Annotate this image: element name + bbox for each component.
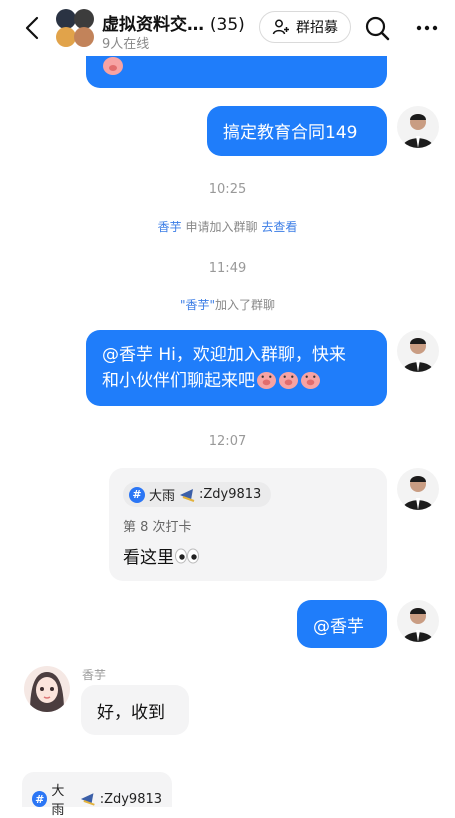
user-avatar[interactable] <box>397 468 439 510</box>
back-button[interactable] <box>18 14 46 42</box>
search-button[interactable] <box>363 14 391 42</box>
search-icon <box>365 16 390 41</box>
system-action: 申请加入群聊 <box>181 220 262 234</box>
message-bubble[interactable]: @香芋 Hi，欢迎加入群聊，快来 和小伙伴们聊起来吧 <box>86 330 387 406</box>
checkin-card[interactable]: # 大雨 :Zdy9813 第 8 次打卡 看这里 <box>109 468 387 581</box>
chat-header: 虚拟资料交… (35) 9人在线 群招募 <box>0 0 455 56</box>
recruit-button[interactable]: 群招募 <box>259 11 351 43</box>
system-notice: "香芋"加入了群聊 <box>0 296 455 313</box>
more-dots-icon <box>416 25 438 31</box>
eyes-icon <box>175 548 199 563</box>
pig-face-icon <box>103 57 123 75</box>
message-bubble[interactable]: 搞定教育合同149 <box>207 106 387 156</box>
user-avatar[interactable] <box>397 600 439 642</box>
sender-name: 香芋 <box>82 668 107 682</box>
message-text: 看这里 <box>123 548 174 568</box>
tag-suffix: :Zdy9813 <box>199 487 262 502</box>
group-title[interactable]: 虚拟资料交… (35) <box>102 10 245 35</box>
pig-face-icon <box>257 371 276 390</box>
message-bubble[interactable]: @香芋 <box>297 600 387 648</box>
message-text: 好，收到 <box>97 703 165 723</box>
message-text: Hi，欢迎加入群聊，快来 <box>153 345 346 365</box>
timestamp: 11:49 <box>208 261 247 276</box>
pig-face-icon <box>301 371 320 390</box>
group-name: 虚拟资料交… <box>102 15 204 35</box>
sender-avatar[interactable] <box>24 666 70 712</box>
topic-tag-bar[interactable]: # 大雨 :Zdy9813 <box>22 772 172 818</box>
more-button[interactable] <box>413 14 441 42</box>
hash-icon: # <box>129 486 145 503</box>
tag-suffix: :Zdy9813 <box>99 791 163 807</box>
system-action: 加入了群聊 <box>215 298 276 312</box>
online-count: 9人在线 <box>102 37 150 52</box>
message-text: 和小伙伴们聊起来吧 <box>102 371 255 391</box>
user-avatar[interactable] <box>397 106 439 148</box>
tag-name: 大雨 <box>51 784 65 818</box>
timestamp: 10:25 <box>208 182 247 197</box>
timestamp: 12:07 <box>208 434 247 449</box>
system-user[interactable]: 香芋 <box>158 220 182 234</box>
member-count: (35) <box>209 15 245 35</box>
user-avatar[interactable] <box>397 330 439 372</box>
message-bubble[interactable]: 好，收到 <box>81 685 189 735</box>
view-request-link[interactable]: 去查看 <box>261 220 297 234</box>
chevron-left-icon <box>25 16 39 40</box>
tag-name: 大雨 <box>149 489 176 504</box>
umbrella-emoji-icon <box>81 793 96 806</box>
message-text: 搞定教育合同149 <box>223 123 358 143</box>
umbrella-emoji-icon <box>180 488 195 502</box>
recruit-label: 群招募 <box>296 20 338 36</box>
topic-tag[interactable]: # 大雨 :Zdy9813 <box>123 482 272 507</box>
mention[interactable]: @香芋 <box>102 345 153 365</box>
group-avatar[interactable] <box>54 7 94 47</box>
hash-icon: # <box>32 791 48 807</box>
mention[interactable]: @香芋 <box>313 617 364 637</box>
add-user-icon <box>272 19 289 35</box>
pig-face-icon <box>279 371 298 390</box>
system-user[interactable]: "香芋" <box>180 298 215 312</box>
checkin-count: 第 8 次打卡 <box>123 520 192 535</box>
system-notice: 香芋 申请加入群聊 去查看 <box>0 218 455 235</box>
